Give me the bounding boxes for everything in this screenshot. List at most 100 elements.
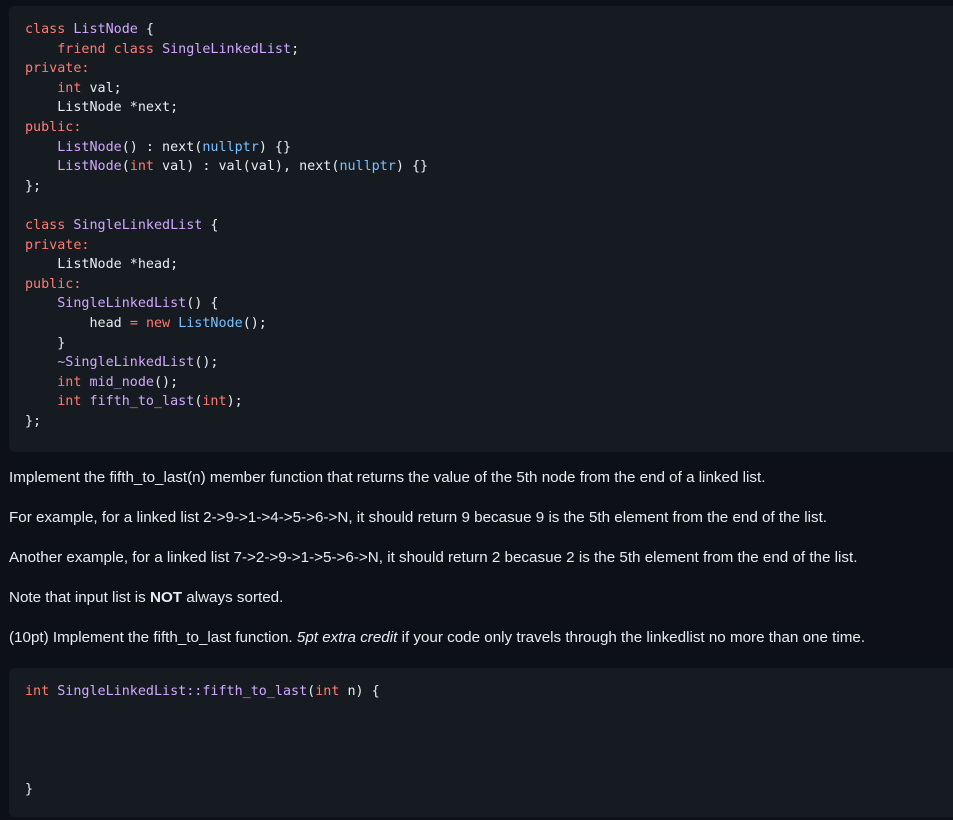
code-token: int xyxy=(25,684,50,699)
code-token: int xyxy=(57,80,82,96)
code-token: ListNode *next; xyxy=(25,100,179,116)
code-line: }; xyxy=(25,412,953,432)
code-token: public: xyxy=(25,276,82,292)
code-token: n) { xyxy=(339,684,380,699)
task-paragraph: (10pt) Implement the fifth_to_last funct… xyxy=(9,629,865,646)
instruction-paragraph: Implement the fifth_to_last(n) member fu… xyxy=(9,469,766,486)
code-token: new xyxy=(145,315,171,331)
class-definition-code-block: class ListNode { friend class SingleLink… xyxy=(9,6,953,452)
code-token: int xyxy=(315,684,340,699)
code-token: nullptr xyxy=(339,159,396,175)
code-token: SingleLinkedList::fifth_to_last xyxy=(57,684,308,699)
code-token: () { xyxy=(186,296,219,312)
code-token: ); xyxy=(226,394,243,410)
code-token: ) {} xyxy=(258,139,292,155)
code-token: private: xyxy=(25,61,90,77)
code-line: ListNode() : next(nullptr) {} xyxy=(25,138,953,158)
code-line: class ListNode { xyxy=(25,20,953,40)
example-paragraph-1: For example, for a linked list 2->9->1->… xyxy=(9,509,828,526)
code-line: class SingleLinkedList { xyxy=(25,216,953,236)
code-token: int xyxy=(129,159,154,175)
note-text-end: always sorted. xyxy=(182,589,284,606)
code-line: friend class SingleLinkedList; xyxy=(25,40,953,60)
code-token: (); xyxy=(154,374,179,390)
code-token: int xyxy=(202,394,227,410)
code-token: head xyxy=(25,315,130,331)
code-line: public: xyxy=(25,118,953,138)
code-line: public: xyxy=(25,275,953,295)
code-token: SingleLinkedList xyxy=(57,296,187,312)
code-token: int xyxy=(57,394,82,410)
code-token: ListNode xyxy=(57,139,122,155)
code-token: ~SingleLinkedList xyxy=(57,355,195,371)
code-line: head = new ListNode(); xyxy=(25,314,953,334)
code-token: ; xyxy=(291,41,300,57)
task-text-start: (10pt) Implement the fifth_to_last funct… xyxy=(9,629,297,646)
code-token: } xyxy=(25,335,66,351)
code-token: SingleLinkedList xyxy=(162,41,292,57)
code-token: ) {} xyxy=(395,159,429,175)
note-text-start: Note that input list is xyxy=(9,589,150,606)
code-line: ListNode *head; xyxy=(25,255,953,275)
code-line: int SingleLinkedList::fifth_to_last(int … xyxy=(25,682,953,702)
task-text-end: if your code only travels through the li… xyxy=(397,629,866,646)
code-token: ListNode xyxy=(57,159,122,175)
code-line: private: xyxy=(25,236,953,256)
note-paragraph: Note that input list is NOT always sorte… xyxy=(9,589,283,606)
code-token: }; xyxy=(25,413,42,429)
code-token: public: xyxy=(25,119,82,135)
code-token: fifth_to_last xyxy=(89,394,195,410)
code-line: ListNode *next; xyxy=(25,98,953,118)
code-token: ListNode *head; xyxy=(25,257,179,273)
code-token: mid_node xyxy=(89,374,155,390)
code-token: ( xyxy=(121,159,130,175)
code-token: private: xyxy=(25,237,90,253)
code-line: int val; xyxy=(25,79,953,99)
code-token: friend class xyxy=(57,41,163,57)
code-token: () : next( xyxy=(121,139,203,155)
answer-code-block[interactable]: int SingleLinkedList::fifth_to_last(int … xyxy=(9,668,953,817)
code-token: class xyxy=(25,217,74,233)
code-line: }; xyxy=(25,177,953,197)
code-line: ~SingleLinkedList(); xyxy=(25,353,953,373)
code-token: val) : val(val), next( xyxy=(154,159,340,175)
code-token: (); xyxy=(242,315,267,331)
code-token: { xyxy=(202,217,219,233)
code-token: ListNode xyxy=(73,22,138,37)
code-token: nullptr xyxy=(202,139,259,155)
code-token: val; xyxy=(81,80,122,96)
code-line: private: xyxy=(25,59,953,79)
extra-credit-text: 5pt extra credit xyxy=(296,629,398,646)
example-paragraph-2: Another example, for a linked list 7->2-… xyxy=(9,549,858,566)
code-token: SingleLinkedList xyxy=(73,217,203,233)
code-line: int fifth_to_last(int); xyxy=(25,392,953,412)
code-line: ListNode(int val) : val(val), next(nullp… xyxy=(25,157,953,177)
note-emphasis: NOT xyxy=(149,589,183,606)
code-line: } xyxy=(25,780,953,800)
code-token: class xyxy=(25,22,74,37)
code-token: }; xyxy=(25,178,42,194)
code-line: } xyxy=(25,334,953,354)
code-token: = xyxy=(129,315,138,331)
code-line: int mid_node(); xyxy=(25,373,953,393)
code-token: int xyxy=(57,374,82,390)
code-token: { xyxy=(137,22,154,37)
code-token: (); xyxy=(194,355,219,371)
